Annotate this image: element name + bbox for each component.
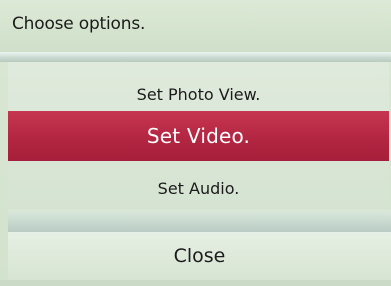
menu-item-set-audio[interactable]: Set Audio. — [8, 174, 389, 202]
menu-item-set-photo-view[interactable]: Set Photo View. — [8, 80, 389, 108]
footer-divider — [8, 210, 391, 232]
bottom-edge — [0, 280, 391, 286]
menu-item-set-video[interactable]: Set Video. — [8, 111, 389, 161]
options-dialog: Choose options. Set Photo View. Set Vide… — [0, 0, 391, 286]
dialog-title: Choose options. — [12, 14, 146, 34]
header-divider — [0, 52, 391, 62]
options-menu: Set Photo View. Set Video. Set Audio. — [8, 62, 389, 229]
close-button[interactable]: Close — [8, 232, 391, 280]
dialog-header: Choose options. — [0, 0, 391, 52]
